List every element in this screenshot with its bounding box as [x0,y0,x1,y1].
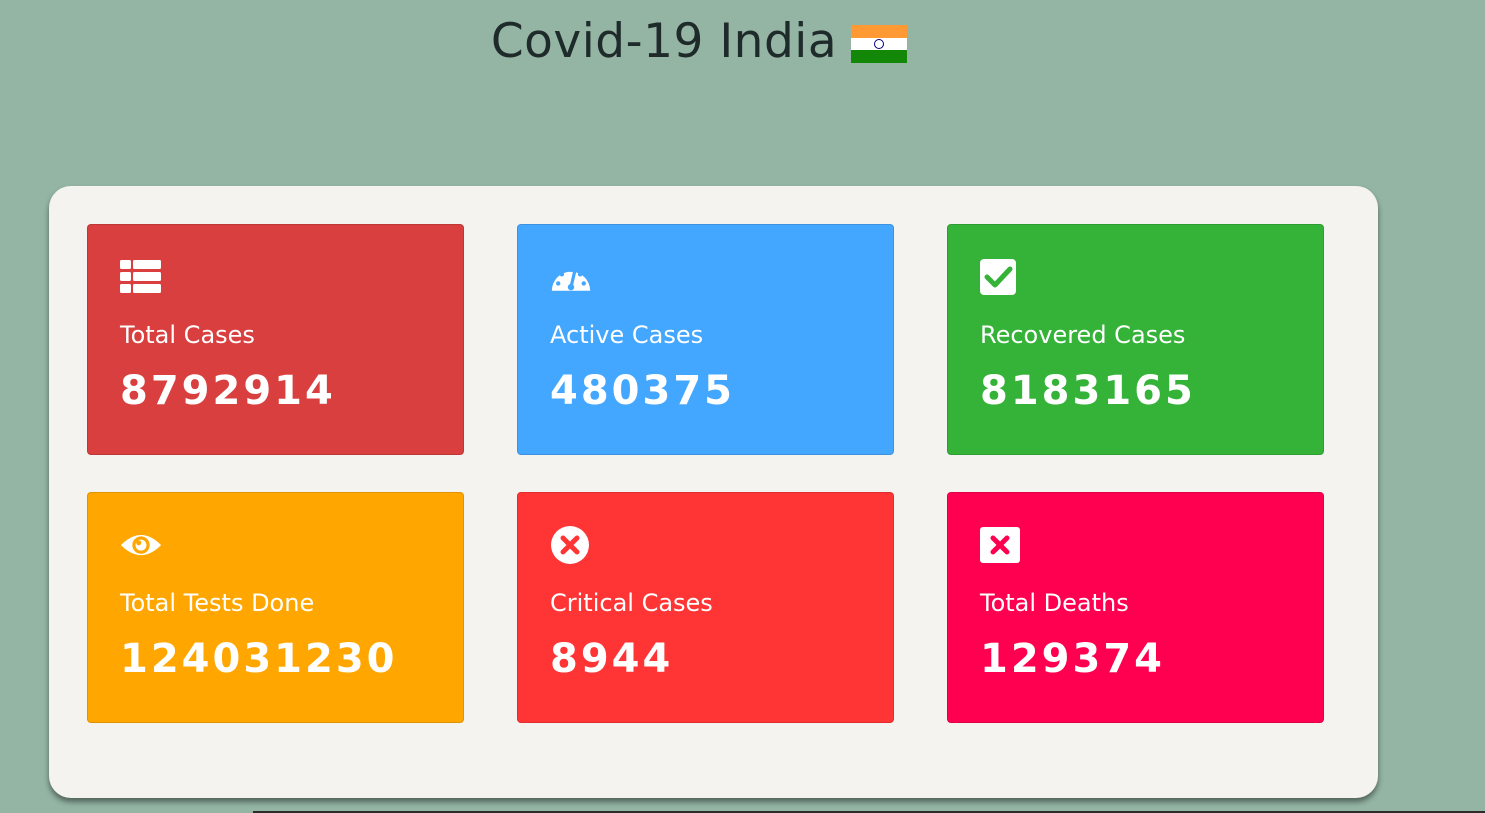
card-value: 124031230 [120,636,398,682]
card-total-tests: Total Tests Done 124031230 [87,492,464,723]
card-label: Total Tests Done [120,589,315,617]
card-total-deaths: Total Deaths 129374 [947,492,1324,723]
card-critical-cases: Critical Cases 8944 [517,492,894,723]
check-square-icon [980,259,1016,295]
card-label: Active Cases [550,321,704,349]
speedometer-icon [551,267,591,291]
page-title-text: Covid-19 India [490,14,838,69]
card-value: 8944 [550,636,674,682]
card-value: 8183165 [980,368,1196,414]
page-title: Covid-19 India [0,12,1398,72]
card-label: Total Cases [120,321,255,349]
card-label: Recovered Cases [980,321,1186,349]
card-label: Total Deaths [980,589,1129,617]
card-active-cases: Active Cases 480375 [517,224,894,455]
table-list-icon [120,260,161,293]
eye-icon [120,535,162,556]
card-value: 8792914 [120,368,336,414]
card-recovered-cases: Recovered Cases 8183165 [947,224,1324,455]
times-square-icon [980,527,1020,563]
card-total-cases: Total Cases 8792914 [87,224,464,455]
card-value: 480375 [550,368,735,414]
card-value: 129374 [980,636,1165,682]
india-flag-icon [851,25,908,63]
times-circle-icon [551,526,589,564]
card-label: Critical Cases [550,589,713,617]
stats-board: Total Cases 8792914 Active Cases 480375 … [49,186,1378,798]
